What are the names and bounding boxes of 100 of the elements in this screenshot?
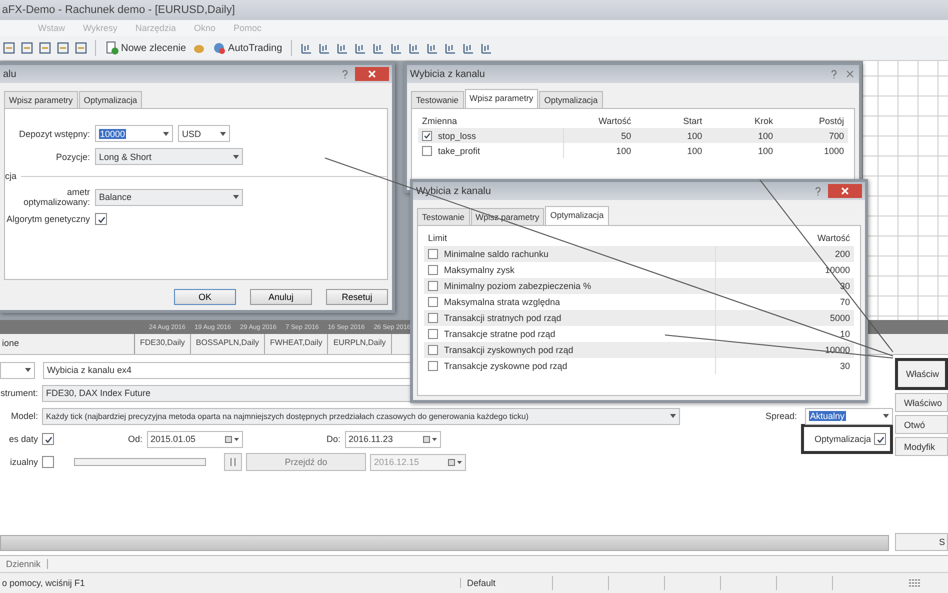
column-header: Zmienna [421,116,458,126]
column-header: Start [682,116,704,126]
column-header: Wartość [816,233,851,243]
checkbox[interactable] [422,146,432,156]
table-cell: Maksymalna strata względna [444,297,560,307]
connection-icon [908,578,922,588]
dialog-title: alu [3,68,16,80]
model-dropdown[interactable]: Każdy tick (najbardziej precyzyjna metoda oparta na najmniejszych dostępnych przedziałach czasowych do generowania każdego ticku) [42,408,680,424]
checkbox-label: izualny [8,457,38,467]
checkbox[interactable] [428,249,438,259]
dialog-button[interactable]: Resetuj [326,289,388,305]
dialog-tab[interactable]: Testowanie [411,91,464,108]
dialog-tab[interactable]: Wpisz parametry [464,89,538,108]
table-cell-text: 10 [838,329,851,339]
dialog-button[interactable]: OK [174,289,236,305]
field-label: Spread: [765,411,797,421]
parameter-dropdown[interactable]: Balance [95,188,243,206]
deposit-dropdown[interactable]: 10000 [95,125,173,142]
table-cell-text: 70 [838,297,851,307]
column-header: Limit [427,233,448,243]
status-text: o pomocy, wciśnij F1 [1,578,86,588]
status-text: Default [460,578,552,588]
table-cell-text: 1000 [822,146,845,156]
spread-dropdown[interactable]: Aktualny [805,408,893,424]
field-label: Depozyt wstępny: [18,128,90,138]
field-label: Do: [326,434,341,444]
table-cell-text: 100 [686,146,704,156]
checkbox-label: Optymalizacja [814,434,871,444]
dialog-tab[interactable]: Optymalizacja [545,206,609,225]
checkbox[interactable] [428,345,438,355]
positions-dropdown[interactable]: Long & Short [95,148,243,165]
checkbox[interactable] [428,313,438,323]
checkbox[interactable] [428,361,438,371]
dialog-tab[interactable]: Testowanie [417,208,470,225]
dialog-tab[interactable]: Wpisz parametry [4,91,78,108]
calendar-icon[interactable] [448,458,462,466]
table-cell-text: 100 [686,130,704,140]
checkbox[interactable] [428,265,438,275]
date-field[interactable]: 2016.11.23 [344,430,441,448]
window-icon[interactable] [2,41,16,55]
table-cell-text: 30 [838,361,851,371]
table-cell: Transakcje zyskowne pod rząd [444,361,568,371]
new-order-button[interactable]: Nowe zlecenie [103,41,188,55]
close-icon [840,186,850,196]
checkbox[interactable] [95,213,107,225]
checkbox[interactable] [428,329,438,339]
autotrading-button[interactable]: AutoTrading [210,41,284,55]
table-cell: Minimalne saldo rachunku [444,249,549,259]
table-cell-text: 100 [757,130,774,140]
chart-tab[interactable]: BOSSAPLN,Daily [190,334,266,354]
panel-tab[interactable]: Dziennik [0,559,48,569]
checkbox[interactable] [42,433,54,445]
document-icon [105,41,119,55]
close-button[interactable] [355,67,389,81]
checkbox-label: Algorytm genetyczny [5,214,90,224]
panel-tab[interactable]: ione [0,334,135,354]
close-icon[interactable] [844,68,856,80]
checkbox-label: es daty [8,434,38,444]
window-title: aFX-Demo - Rachunek demo - [EURUSD,Daily] [2,4,235,16]
dialog-tab[interactable]: Wpisz parametry [470,208,544,225]
checkbox[interactable] [874,433,886,445]
side-button[interactable]: Modyfik [895,437,948,456]
chart-tab[interactable]: FDE30,Daily [135,334,191,354]
table-cell: Minimalny poziom zabezpieczenia % [444,281,592,291]
table-cell: Maksymalny zysk [444,265,515,275]
side-button[interactable]: Właściwo [895,393,948,412]
field-label: strument: [0,388,38,398]
date-field[interactable]: 2015.01.05 [146,430,243,448]
field-label: Od: [128,434,143,444]
chart-tab[interactable]: EURPLN,Daily [328,334,392,354]
side-button[interactable]: Otwó [895,415,948,434]
table-cell: Transakcji stratnych pod rząd [444,313,562,323]
table-cell-text: 50 [620,130,632,140]
dialog-tab[interactable]: Optymalizacja [78,91,142,108]
field-label: ametr optymalizowany: [22,187,90,207]
close-button[interactable] [828,184,862,198]
field-label: Model: [10,411,38,421]
speed-slider[interactable] [74,458,206,466]
column-header: Wartość [597,116,632,126]
start-button[interactable]: S [895,533,948,551]
checkbox[interactable] [42,456,54,468]
chart-tab[interactable]: FWHEAT,Daily [265,334,328,354]
calendar-icon[interactable] [224,436,239,442]
checkbox[interactable] [428,297,438,307]
table-cell-text: 100 [615,146,632,156]
side-button[interactable]: Właściw [895,358,948,390]
field-label: Pozycje: [54,152,90,162]
calendar-icon[interactable] [422,436,437,442]
pause-icon[interactable] [224,453,242,471]
bar-chart-icon[interactable] [299,41,314,55]
currency-dropdown[interactable]: USD [178,125,230,142]
table-cell-text: 200 [834,249,851,259]
group-label: cja [5,171,17,181]
dialog-tab[interactable]: Optymalizacja [539,91,603,108]
checkbox[interactable] [422,130,432,140]
dialog-button[interactable]: Anuluj [250,289,312,305]
table-cell: stop_loss [438,130,476,140]
table-cell: Transakcji zyskownych pod rząd [444,345,574,355]
checkbox[interactable] [428,281,438,291]
column-header: Postój [818,116,845,126]
